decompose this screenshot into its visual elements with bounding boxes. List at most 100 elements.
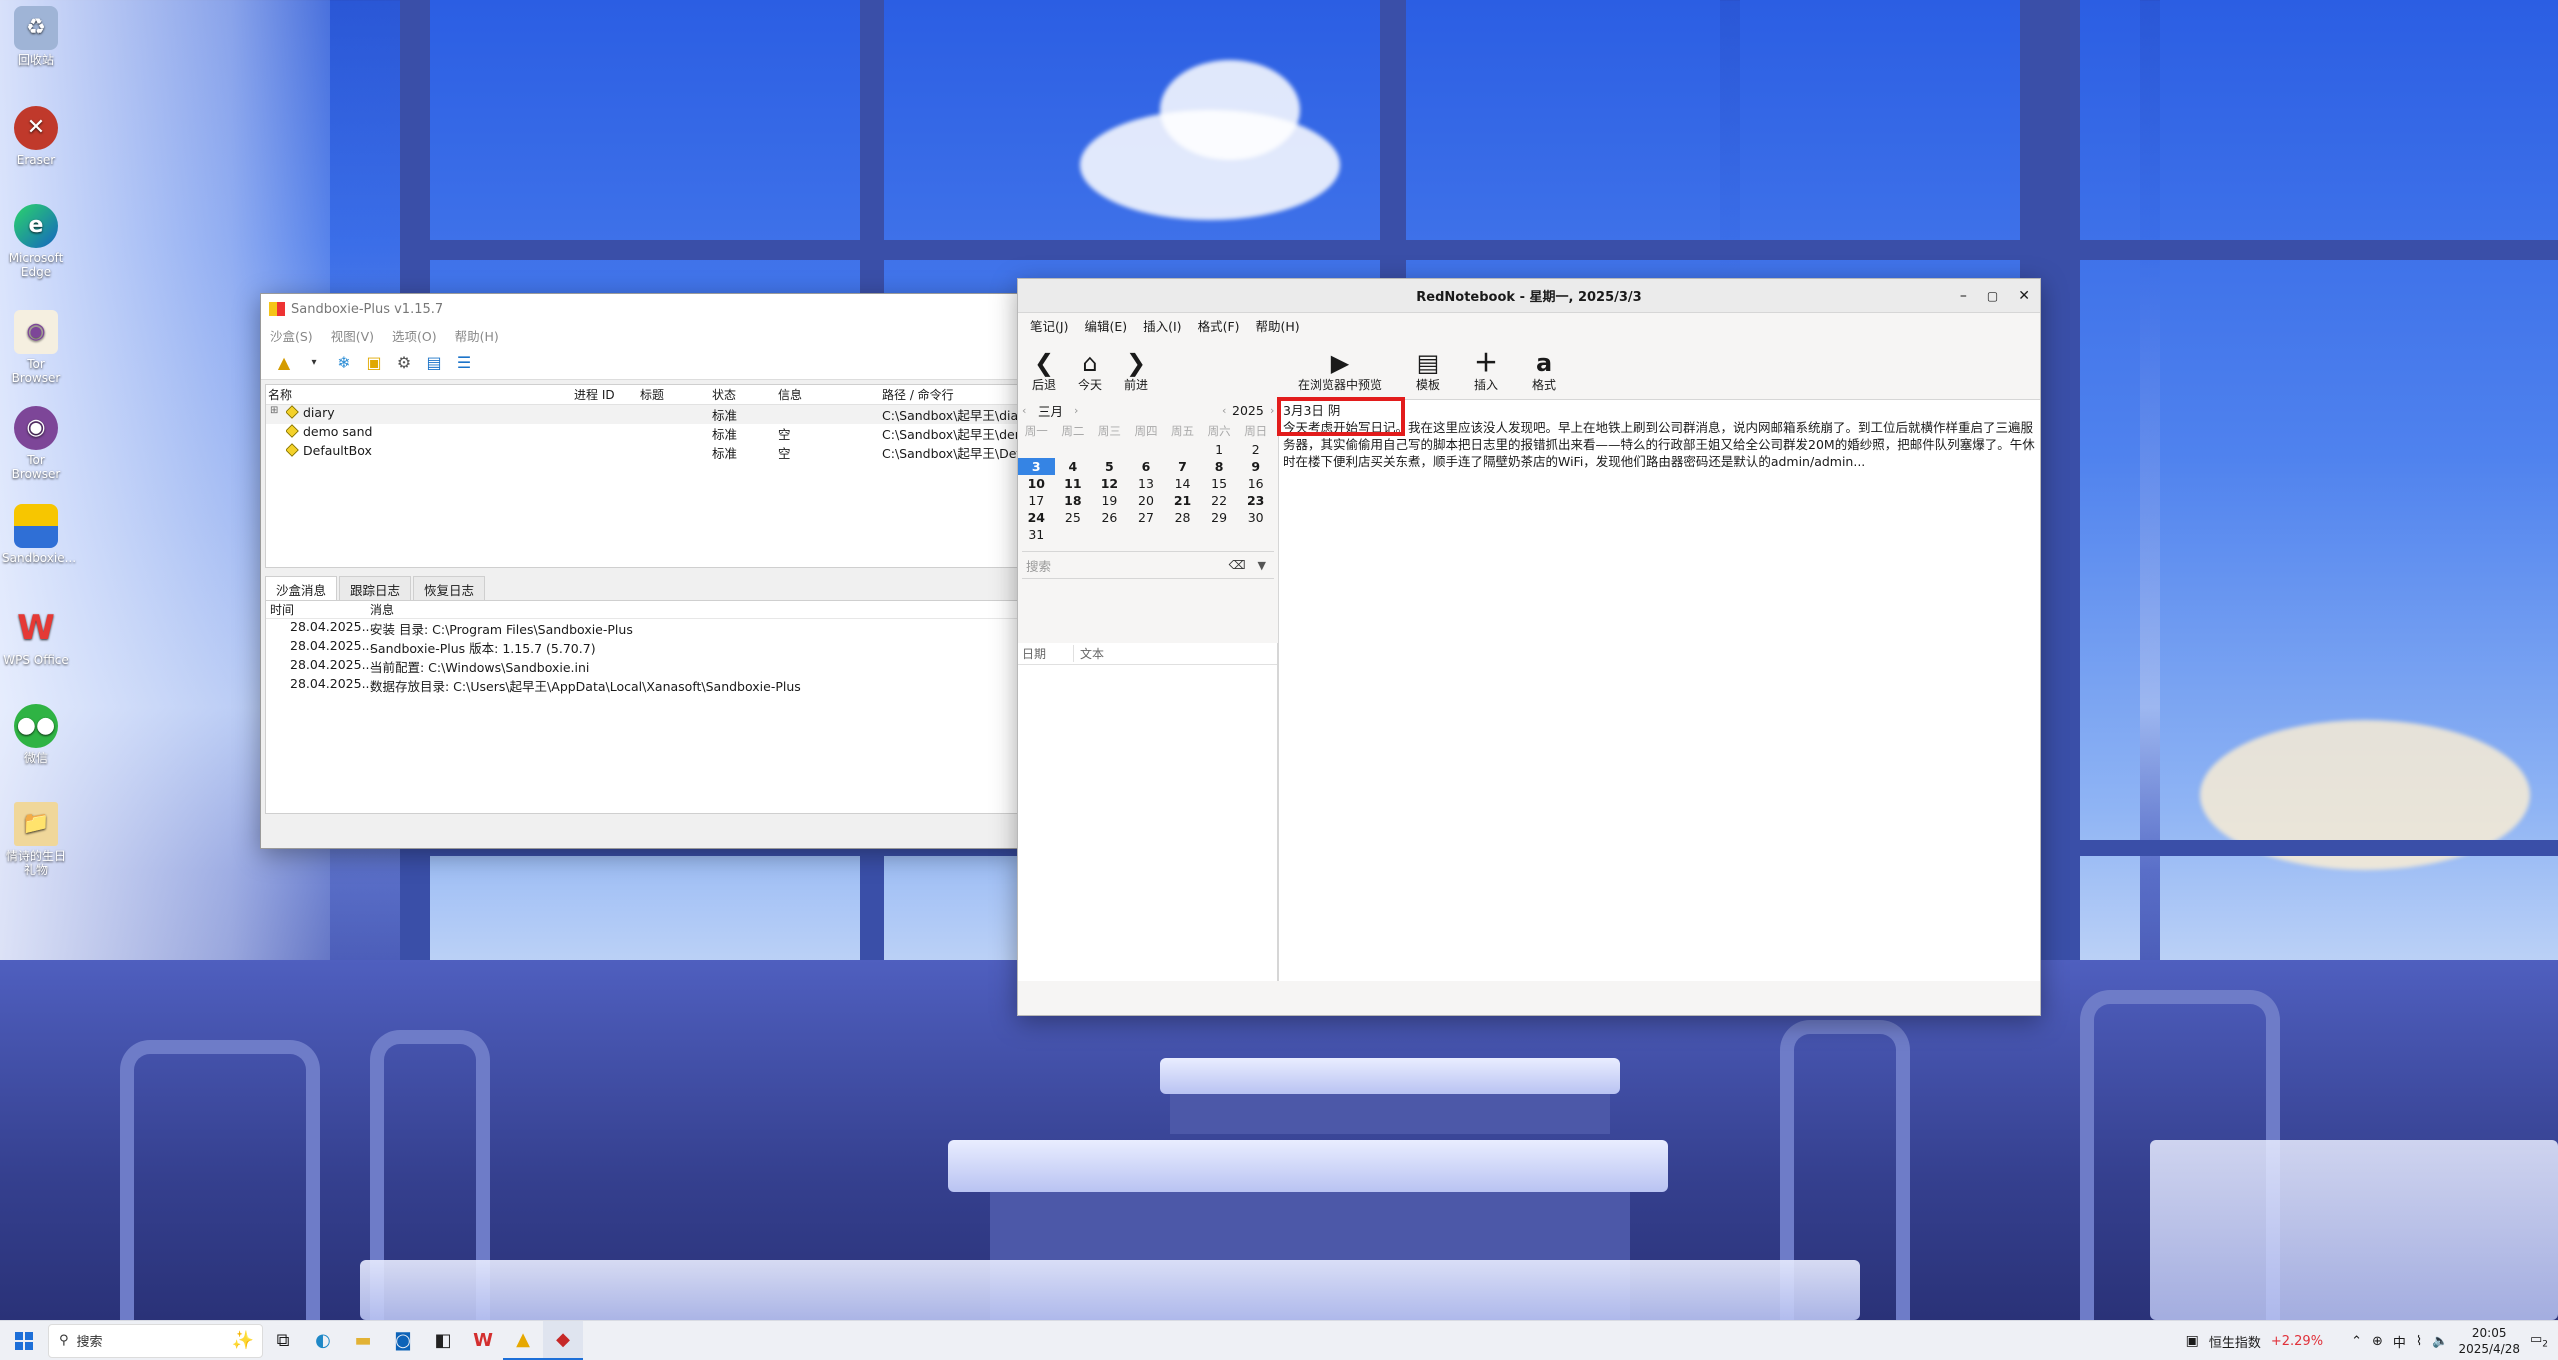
- calendar-day[interactable]: 4: [1055, 458, 1092, 475]
- menu-journal[interactable]: 笔记(J): [1022, 316, 1076, 335]
- calendar-day[interactable]: 11: [1055, 475, 1092, 492]
- notes-app-icon[interactable]: ◧: [423, 1321, 463, 1360]
- calendar-day[interactable]: 20: [1128, 492, 1165, 509]
- desktop-icon-folder[interactable]: 📁 情诗的生日礼物: [2, 802, 70, 877]
- desktop-icon-tor-browser-2[interactable]: ◉ Tor Browser: [2, 406, 70, 481]
- calendar-day[interactable]: 26: [1091, 509, 1128, 526]
- calendar-day[interactable]: 2: [1237, 441, 1274, 458]
- stock-name[interactable]: 恒生指数: [2209, 1332, 2261, 1351]
- prev-month-icon[interactable]: ‹: [1022, 404, 1026, 417]
- calendar-day[interactable]: 3: [1018, 458, 1055, 475]
- clock[interactable]: 20:05 2025/4/28: [2458, 1325, 2520, 1357]
- notification-icon[interactable]: ▭2: [2530, 1332, 2548, 1350]
- next-year-icon[interactable]: ›: [1270, 404, 1274, 417]
- desktop-icon-recycle-bin[interactable]: ♻ 回收站: [2, 6, 70, 67]
- chevron-up-icon[interactable]: ⌃: [2351, 1334, 2362, 1349]
- sandbox-row-diary[interactable]: ⊞ diary 标准 C:\Sandbox\起早王\diary: [266, 405, 1026, 424]
- outlook-icon[interactable]: ◙: [383, 1321, 423, 1360]
- calendar-day[interactable]: 14: [1164, 475, 1201, 492]
- log-row[interactable]: 28.04.2025... Sandboxie-Plus 版本: 1.15.7 …: [266, 638, 1018, 657]
- col-text[interactable]: 文本: [1074, 645, 1104, 662]
- calendar-day[interactable]: 30: [1237, 509, 1274, 526]
- calendar-day[interactable]: 31: [1018, 526, 1055, 543]
- desktop-icon-edge[interactable]: e Microsoft Edge: [2, 204, 70, 279]
- task-view-icon[interactable]: ⧉: [263, 1321, 303, 1360]
- col-info[interactable]: 信息: [778, 386, 802, 403]
- log-row[interactable]: 28.04.2025... 数据存放目录: C:\Users\起早王\AppDa…: [266, 676, 1018, 695]
- sandboxie-titlebar[interactable]: Sandboxie-Plus v1.15.7: [261, 294, 1019, 324]
- volume-icon[interactable]: 🔈: [2432, 1334, 2448, 1349]
- col-pid[interactable]: 进程 ID: [574, 386, 615, 403]
- calendar-day[interactable]: 8: [1201, 458, 1238, 475]
- insert-button[interactable]: ＋ 插入: [1474, 350, 1498, 393]
- calendar-day[interactable]: 27: [1128, 509, 1165, 526]
- stock-change[interactable]: +2.29%: [2271, 1334, 2323, 1349]
- prev-year-icon[interactable]: ‹: [1222, 404, 1226, 417]
- edge-icon[interactable]: ◐: [303, 1321, 343, 1360]
- desktop-icon-wechat[interactable]: ●● 微信: [2, 704, 70, 765]
- dropdown-arrow-icon[interactable]: ▾: [303, 352, 325, 374]
- calendar-day[interactable]: 13: [1128, 475, 1165, 492]
- calendar-day[interactable]: 15: [1201, 475, 1238, 492]
- log-row[interactable]: 28.04.2025... 安装 目录: C:\Program Files\Sa…: [266, 619, 1018, 638]
- desktop-icon-eraser[interactable]: ✕ Eraser: [2, 106, 70, 167]
- menu-edit[interactable]: 编辑(E): [1076, 316, 1135, 335]
- col-status[interactable]: 状态: [712, 386, 736, 403]
- calendar-day[interactable]: 17: [1018, 492, 1055, 509]
- calendar-day[interactable]: 22: [1201, 492, 1238, 509]
- settings-icon[interactable]: ⚙: [393, 352, 415, 374]
- col-title[interactable]: 标题: [640, 386, 664, 403]
- calendar-day[interactable]: 21: [1164, 492, 1201, 509]
- calendar-day[interactable]: 16: [1237, 475, 1274, 492]
- sandboxie-taskbar-icon[interactable]: ▲: [503, 1321, 543, 1360]
- menu-view[interactable]: 视图(V): [322, 326, 383, 345]
- col-date[interactable]: 日期: [1018, 645, 1074, 662]
- calendar-day[interactable]: 29: [1201, 509, 1238, 526]
- wps-icon[interactable]: W: [463, 1321, 503, 1360]
- stock-widget-icon[interactable]: ▣: [2186, 1333, 2199, 1349]
- back-button[interactable]: ❮ 后退: [1032, 350, 1056, 393]
- network-icon[interactable]: ⌇: [2416, 1334, 2422, 1349]
- col-name[interactable]: 名称: [268, 386, 292, 403]
- calendar-day[interactable]: 10: [1018, 475, 1055, 492]
- calendar-day[interactable]: 24: [1018, 509, 1055, 526]
- menu-sandbox[interactable]: 沙盒(S): [261, 326, 322, 345]
- menu-options[interactable]: 选项(O): [383, 326, 446, 345]
- col-path[interactable]: 路径 / 命令行: [882, 386, 954, 403]
- search-input[interactable]: 搜索: [1022, 556, 1229, 575]
- taskbar-search[interactable]: ⚲ 搜索 ✨: [48, 1323, 263, 1358]
- log-row[interactable]: 28.04.2025... 当前配置: C:\Windows\Sandboxie…: [266, 657, 1018, 676]
- preview-in-browser-button[interactable]: ▶ 在浏览器中预览: [1298, 350, 1382, 393]
- minimize-icon[interactable]: –: [1960, 288, 1967, 304]
- menu-insert[interactable]: 插入(I): [1135, 316, 1189, 335]
- folder-icon[interactable]: ▣: [363, 352, 385, 374]
- desktop-icon-wps-office[interactable]: W WPS Office: [2, 606, 70, 667]
- calendar-day[interactable]: 28: [1164, 509, 1201, 526]
- menu-help[interactable]: 帮助(H): [1248, 316, 1308, 335]
- calendar-day[interactable]: 7: [1164, 458, 1201, 475]
- menu-help[interactable]: 帮助(H): [446, 326, 508, 345]
- file-explorer-icon[interactable]: ▬: [343, 1321, 383, 1360]
- calendar-day[interactable]: 23: [1237, 492, 1274, 509]
- globe-icon[interactable]: ⊕: [2372, 1334, 2383, 1349]
- calendar-day[interactable]: 25: [1055, 509, 1092, 526]
- calendar-day[interactable]: 18: [1055, 492, 1092, 509]
- template-button[interactable]: ▤ 模板: [1416, 350, 1440, 393]
- desktop-icon-tor-browser-1[interactable]: ◉ Tor Browser: [2, 310, 70, 385]
- tab-recovery-log[interactable]: 恢复日志: [413, 576, 486, 602]
- sandbox-row-defaultbox[interactable]: DefaultBox 标准 空 C:\Sandbox\起早王\Defa: [266, 443, 1026, 462]
- calendar-day[interactable]: 1: [1201, 441, 1238, 458]
- list-view-icon[interactable]: ☰: [453, 352, 475, 374]
- next-month-icon[interactable]: ›: [1074, 404, 1078, 417]
- start-button[interactable]: [4, 1321, 44, 1360]
- calendar-day[interactable]: 5: [1091, 458, 1128, 475]
- desktop-icon-sandboxie[interactable]: Sandboxie...: [2, 504, 76, 565]
- log-icon[interactable]: ▤: [423, 352, 445, 374]
- tab-trace-log[interactable]: 跟踪日志: [339, 576, 412, 602]
- format-button[interactable]: a 格式: [1532, 350, 1556, 393]
- calendar-day[interactable]: 6: [1128, 458, 1165, 475]
- menu-format[interactable]: 格式(F): [1190, 316, 1248, 335]
- calendar-day[interactable]: 9: [1237, 458, 1274, 475]
- new-box-icon[interactable]: ▲: [273, 352, 295, 374]
- expand-icon[interactable]: ⊞: [270, 405, 278, 416]
